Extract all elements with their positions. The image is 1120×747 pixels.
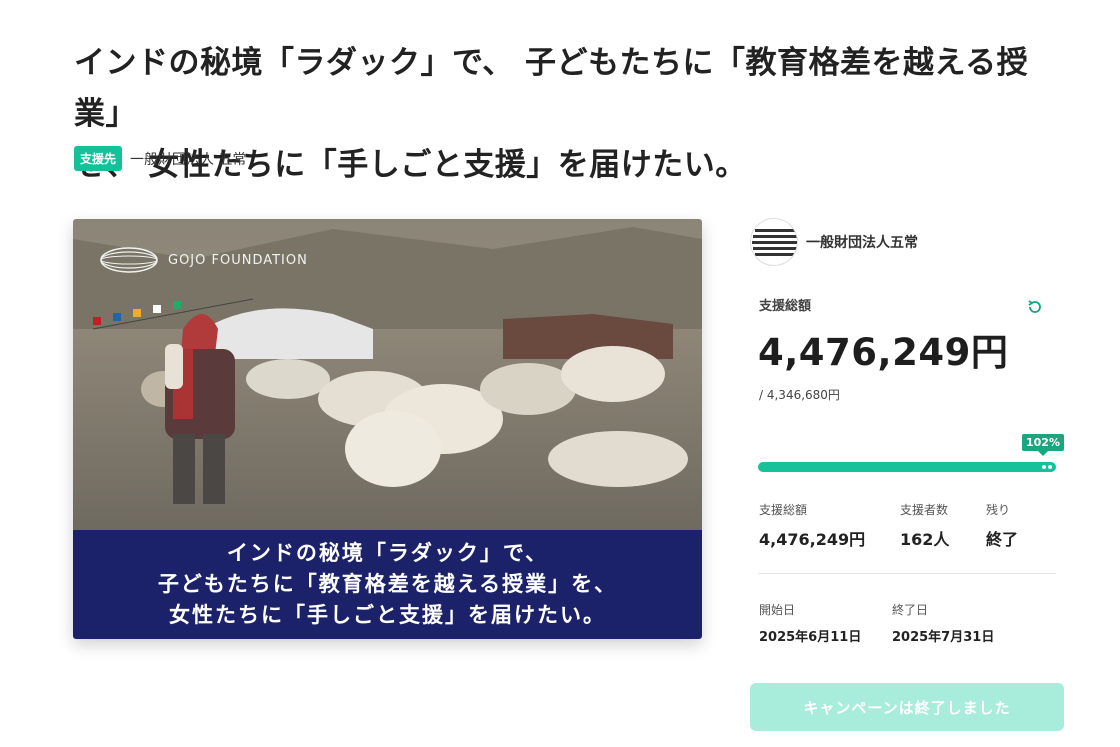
org-name[interactable]: 一般財団法人五常	[806, 232, 918, 252]
support-target-badge: 支援先	[74, 146, 123, 171]
campaign-sidebar: 一般財団法人五常 支援総額 4,476,249円 / 4,346,680円 10…	[750, 218, 1064, 731]
campaign-hero-image: GOJO FOUNDATION インドの秘境「ラダック」で、 子どもたちに「教育…	[73, 219, 702, 639]
page-title-line-1: インドの秘境「ラダック」で、 子どもたちに「教育格差を越える授業」	[74, 45, 1029, 132]
hero-banner-line-2: 子どもたちに「教育格差を越える授業」を、	[157, 572, 618, 596]
campaign-ended-button[interactable]: キャンペーンは終了しました	[750, 683, 1064, 731]
support-target-org[interactable]: 一般財団法人 五常	[130, 149, 246, 169]
refresh-icon[interactable]	[1026, 298, 1044, 316]
progress-dots	[1042, 465, 1052, 469]
progress-bar-fill	[758, 462, 1056, 472]
date-label: 終了日	[892, 603, 929, 617]
stat-value: 162人	[900, 530, 950, 549]
dates-row: 開始日 2025年6月11日 終了日 2025年7月31日	[759, 601, 1025, 645]
end-date: 終了日 2025年7月31日	[892, 601, 1025, 645]
support-target-row: 支援先 一般財団法人 五常	[74, 146, 246, 171]
progress-percent-badge: 102%	[1022, 434, 1064, 456]
hero-banner: インドの秘境「ラダック」で、 子どもたちに「教育格差を越える授業」を、 女性たち…	[73, 530, 702, 639]
goal-amount: / 4,346,680円	[759, 388, 840, 402]
stat-remaining: 残り 終了	[986, 501, 1046, 550]
org-avatar[interactable]	[750, 218, 798, 266]
date-label: 開始日	[759, 603, 796, 617]
start-date: 開始日 2025年6月11日	[759, 601, 892, 645]
stat-total: 支援総額 4,476,249円	[759, 501, 900, 550]
date-value: 2025年7月31日	[892, 630, 995, 645]
gojo-logo-icon	[100, 247, 158, 273]
stats-row: 支援総額 4,476,249円 支援者数 162人 残り 終了	[759, 501, 1046, 550]
stat-value: 終了	[986, 530, 1019, 549]
hero-banner-line-1: インドの秘境「ラダック」で、	[226, 541, 549, 565]
hero-logo-text: GOJO FOUNDATION	[168, 252, 308, 268]
divider	[758, 573, 1056, 574]
stat-value: 4,476,249円	[759, 530, 866, 549]
total-amount: 4,476,249円	[758, 331, 1009, 374]
progress-bar	[758, 462, 1056, 472]
org-logo-icon	[752, 229, 797, 256]
stat-supporters: 支援者数 162人	[900, 501, 986, 550]
org-row[interactable]: 一般財団法人五常	[750, 218, 1064, 266]
total-label: 支援総額	[759, 299, 812, 314]
stat-label: 残り	[986, 503, 1011, 517]
hero-logo: GOJO FOUNDATION	[99, 245, 308, 275]
date-value: 2025年6月11日	[759, 630, 862, 645]
stat-label: 支援者数	[900, 503, 949, 517]
stat-label: 支援総額	[759, 503, 808, 517]
hero-banner-line-3: 女性たちに「手しごと支援」を届けたい。	[169, 603, 606, 627]
